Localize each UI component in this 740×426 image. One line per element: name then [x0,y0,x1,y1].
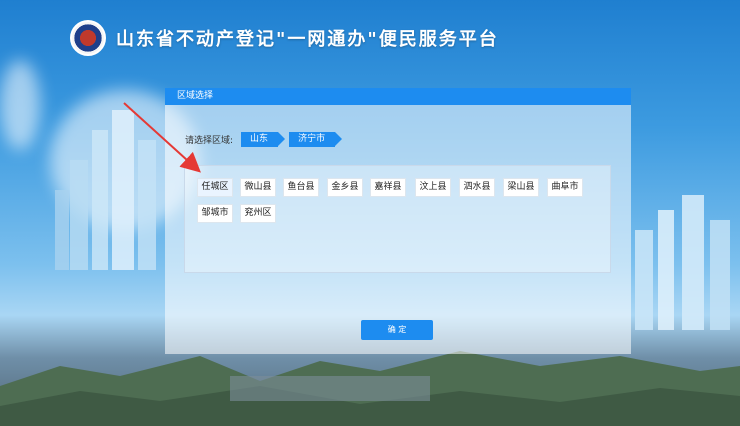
annotation-arrow [123,102,201,173]
